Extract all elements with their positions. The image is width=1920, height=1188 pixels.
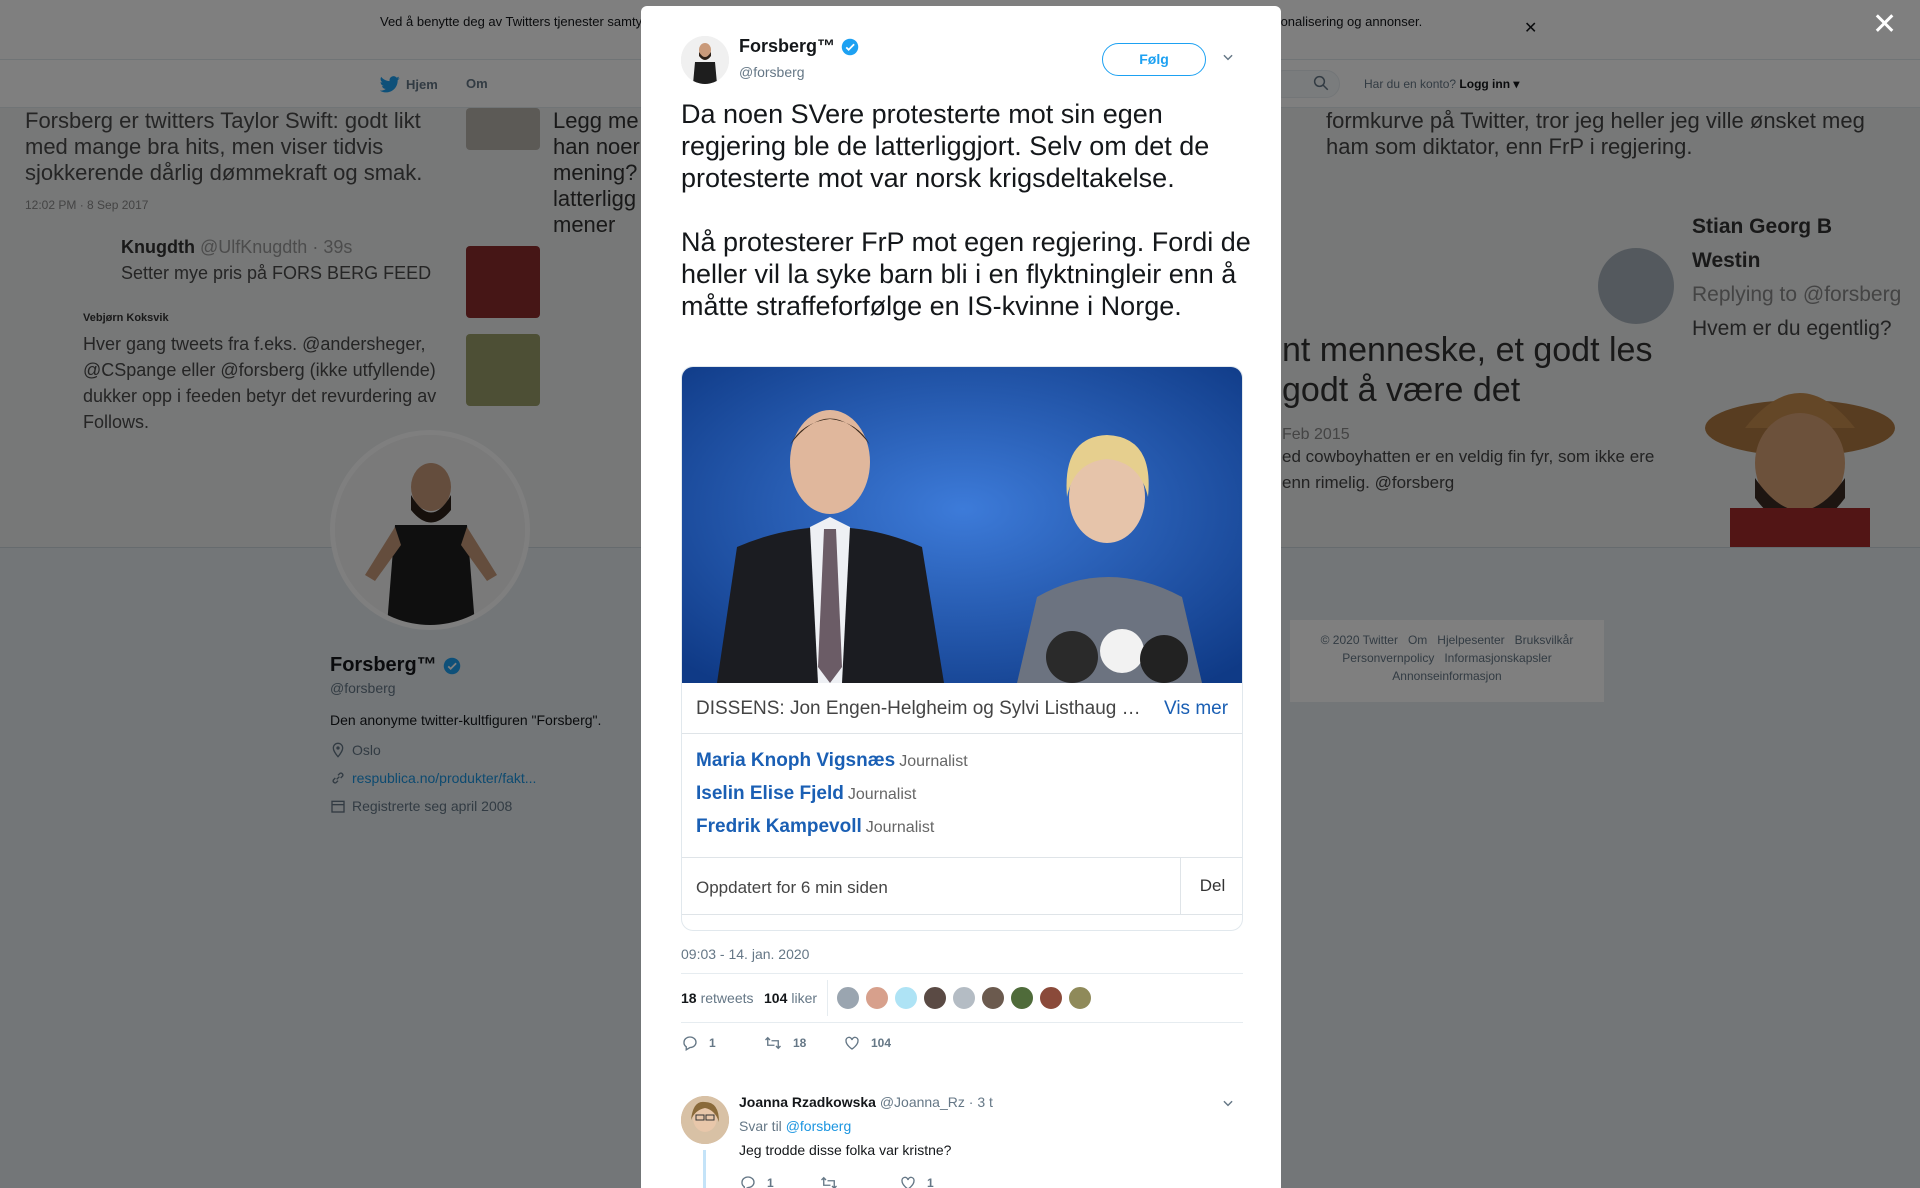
reply-icon [683,1036,697,1051]
tweet-actions: 1 18 104 [681,1034,1243,1058]
follow-button[interactable]: Følg [1102,43,1206,76]
likes-count: 104 [764,990,788,1006]
journalist-3-name[interactable]: Fredrik Kampevoll [696,816,862,837]
retweet-icon [765,1036,781,1050]
journalist-1: Maria Knoph Vigsnæs Journalist [696,750,968,772]
tweet-author-name-text: Forsberg™ [739,36,836,56]
reply-author-name[interactable]: Joanna Rzadkowska [739,1094,876,1110]
reply-retweet-button[interactable] [819,1174,839,1188]
reply-header: Joanna Rzadkowska @Joanna_Rz · 3 t [739,1094,993,1110]
reply-reply-button[interactable]: 1 [739,1174,774,1188]
retweets-label: retweets [700,990,754,1006]
journalist-3-role: Journalist [865,819,935,836]
reply-avatar-image [681,1096,729,1144]
tweet-timestamp[interactable]: 09:03 - 14. jan. 2020 [681,946,809,962]
journalist-2-name[interactable]: Iselin Elise Fjeld [696,783,844,804]
thread-line [703,1150,706,1188]
journalist-1-role: Journalist [899,753,968,770]
liker-avatar[interactable] [865,986,889,1010]
reply-like-count: 1 [927,1176,934,1188]
card-title-row: DISSENS: Jon Engen-Helgheim og Sylvi Lis… [682,683,1242,734]
card-footer: Oppdatert for 6 min siden Del [682,857,1242,915]
reply-to-line: Svar til @forsberg [739,1118,851,1134]
card-image [682,367,1242,683]
reply-to-label: Svar til [739,1118,782,1134]
liker-avatar[interactable] [1068,986,1092,1010]
chevron-down-icon[interactable] [1221,50,1235,64]
reply-author-handle[interactable]: @Joanna_Rz [880,1094,965,1110]
liker-avatar[interactable] [1039,986,1063,1010]
tweet-modal: Forsberg™ @forsberg Følg Da noen SVere p… [641,6,1281,1188]
chevron-down-icon[interactable] [1221,1096,1235,1110]
reply-count: 1 [709,1036,716,1050]
liker-avatar[interactable] [923,986,947,1010]
heart-icon [845,1036,859,1050]
retweet-icon [821,1176,837,1188]
like-count: 104 [871,1036,892,1050]
journalist-1-name[interactable]: Maria Knoph Vigsnæs [696,750,895,771]
tweet-author-handle[interactable]: @forsberg [739,64,805,80]
reply-text: Jeg trodde disse folka var kristne? [739,1142,952,1158]
liker-avatar[interactable] [952,986,976,1010]
reply-like-button[interactable]: 1 [899,1174,934,1188]
liker-avatar[interactable] [981,986,1005,1010]
likes-stat[interactable]: 104 liker [764,990,817,1006]
reply-author-avatar[interactable] [681,1096,729,1144]
tweet-text: Da noen SVere protesterte mot sin egen r… [681,99,1251,321]
retweet-button[interactable]: 18 [763,1034,806,1052]
reply-time[interactable]: · 3 t [969,1094,993,1110]
verified-badge-icon [841,38,859,55]
heart-icon [901,1176,915,1188]
reply-reply-count: 1 [767,1176,774,1188]
liker-avatar[interactable] [1010,986,1034,1010]
link-preview-card[interactable]: DISSENS: Jon Engen-Helgheim og Sylvi Lis… [681,366,1243,931]
journalist-3: Fredrik Kampevoll Journalist [696,816,934,838]
journalist-2-role: Journalist [847,786,917,803]
tweet-author-avatar[interactable] [681,36,729,84]
likes-label: liker [791,990,818,1006]
card-updated-text: Oppdatert for 6 min siden [696,878,888,897]
close-icon[interactable]: ✕ [1872,10,1897,40]
reply-tweet[interactable]: Joanna Rzadkowska @Joanna_Rz · 3 t Svar … [681,1088,1243,1188]
card-share-button[interactable]: Del [1180,858,1242,914]
retweets-stat[interactable]: 18 retweets [681,990,754,1006]
liker-avatars [836,986,1092,1010]
stats-divider [827,980,828,1016]
retweet-count: 18 [793,1036,807,1050]
tweet-stats: 18 retweets 104 liker [681,973,1243,1023]
liker-avatar[interactable] [894,986,918,1010]
retweets-count: 18 [681,990,697,1006]
reply-icon [741,1176,755,1188]
tweet-author-name[interactable]: Forsberg™ [739,36,859,57]
reply-actions: 1 1 [739,1174,1039,1188]
card-more-link[interactable]: Vis mer [1164,698,1228,720]
reply-to-handle[interactable]: @forsberg [786,1118,852,1134]
liker-avatar[interactable] [836,986,860,1010]
card-title[interactable]: DISSENS: Jon Engen-Helgheim og Sylvi Lis… [696,698,1146,720]
reply-button[interactable]: 1 [681,1034,716,1052]
like-button[interactable]: 104 [843,1034,891,1052]
author-avatar-image [681,36,729,84]
journalist-2: Iselin Elise Fjeld Journalist [696,783,916,805]
